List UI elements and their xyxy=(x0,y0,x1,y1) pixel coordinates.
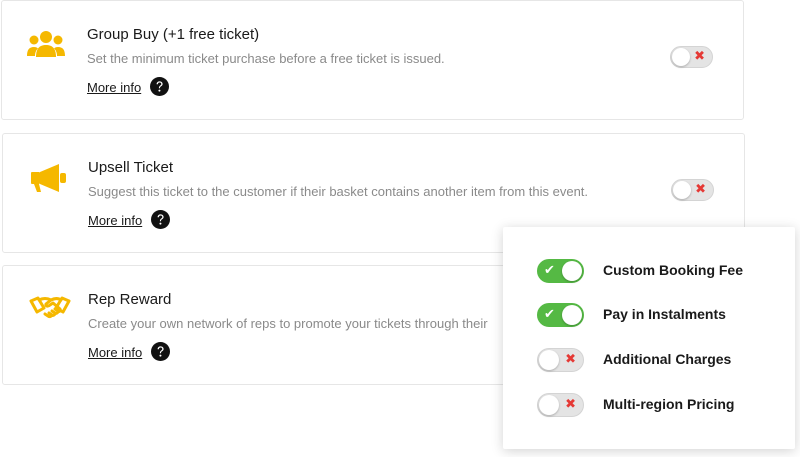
option-label: Multi-region Pricing xyxy=(603,396,735,412)
multi-region-pricing-toggle[interactable]: ✖ xyxy=(537,393,584,417)
group-icon xyxy=(26,29,68,61)
cross-icon: ✖ xyxy=(695,182,706,197)
feature-description: Suggest this ticket to the customer if t… xyxy=(88,184,589,199)
megaphone-icon xyxy=(29,162,71,194)
check-icon: ✔ xyxy=(544,263,555,278)
option-label: Additional Charges xyxy=(603,351,732,367)
additional-charges-toggle[interactable]: ✖ xyxy=(537,348,584,372)
check-icon: ✔ xyxy=(544,307,555,322)
option-row-pay-in-instalments: ✔ Pay in Instalments xyxy=(537,302,777,328)
handshake-icon xyxy=(29,292,71,324)
toggle-knob xyxy=(672,48,690,66)
cross-icon: ✖ xyxy=(565,352,576,367)
feature-title: Rep Reward xyxy=(88,291,172,308)
option-row-multi-region-pricing: ✖ Multi-region Pricing xyxy=(537,392,777,418)
pay-in-instalments-toggle[interactable]: ✔ xyxy=(537,303,584,327)
option-row-additional-charges: ✖ Additional Charges xyxy=(537,347,777,373)
upsell-ticket-toggle[interactable]: ✖ xyxy=(671,179,714,201)
toggle-knob xyxy=(673,181,691,199)
more-info-link[interactable]: More info xyxy=(88,213,142,228)
group-buy-toggle[interactable]: ✖ xyxy=(670,46,713,68)
help-icon[interactable] xyxy=(151,342,170,361)
cross-icon: ✖ xyxy=(565,397,576,412)
feature-card-group-buy: Group Buy (+1 free ticket) Set the minim… xyxy=(1,0,744,120)
feature-title: Upsell Ticket xyxy=(88,159,174,176)
feature-description: Create your own network of reps to promo… xyxy=(88,316,488,331)
more-info-link[interactable]: More info xyxy=(87,80,141,95)
toggle-knob xyxy=(539,395,559,415)
toggle-knob xyxy=(539,350,559,370)
help-icon[interactable] xyxy=(150,77,169,96)
toggle-knob xyxy=(562,261,582,281)
feature-description: Set the minimum ticket purchase before a… xyxy=(87,51,445,66)
cross-icon: ✖ xyxy=(694,49,705,64)
option-row-custom-booking-fee: ✔ Custom Booking Fee xyxy=(537,258,777,284)
custom-booking-fee-toggle[interactable]: ✔ xyxy=(537,259,584,283)
feature-title: Group Buy (+1 free ticket) xyxy=(87,26,260,43)
options-panel: ✔ Custom Booking Fee ✔ Pay in Instalment… xyxy=(503,227,795,449)
help-icon[interactable] xyxy=(151,210,170,229)
toggle-knob xyxy=(562,305,582,325)
more-info-link[interactable]: More info xyxy=(88,345,142,360)
option-label: Pay in Instalments xyxy=(603,306,726,322)
option-label: Custom Booking Fee xyxy=(603,262,744,278)
